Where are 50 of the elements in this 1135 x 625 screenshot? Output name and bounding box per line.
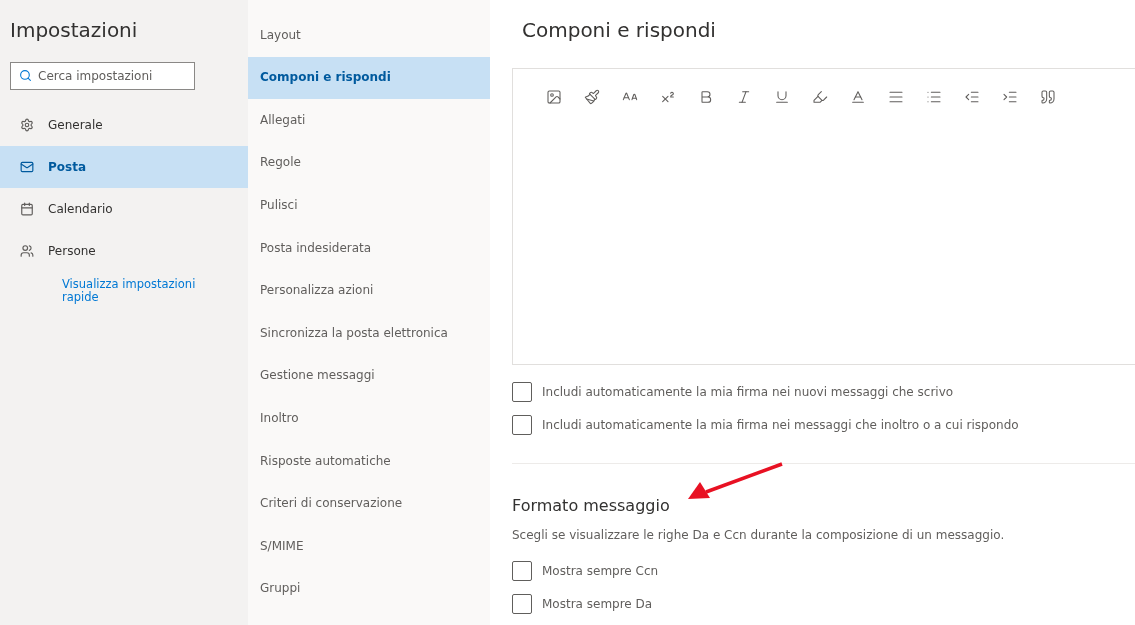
underline-icon[interactable] xyxy=(774,89,790,105)
checkbox-label: Includi automaticamente la mia firma nei nuovi messaggi che scrivo xyxy=(542,384,954,399)
quote-icon[interactable] xyxy=(1040,89,1056,105)
font-color-icon[interactable] xyxy=(850,89,866,105)
submenu-item[interactable]: Personalizza azioni xyxy=(248,269,490,313)
submenu-item[interactable]: Regole xyxy=(248,141,490,185)
nav-item[interactable]: Calendario xyxy=(0,188,248,230)
submenu-item[interactable]: Allegati xyxy=(248,99,490,142)
image-icon[interactable] xyxy=(546,89,562,105)
checkbox[interactable] xyxy=(512,560,532,581)
page-title: Componi e rispondi xyxy=(521,18,717,42)
nav-item[interactable]: Posta xyxy=(0,146,248,188)
checkbox-label: Mostra sempre Ccn xyxy=(542,563,659,578)
submenu-item[interactable]: Criteri di conservazione xyxy=(248,482,490,526)
submenu-item[interactable]: Componi e rispondi xyxy=(248,56,490,100)
submenu-item[interactable]: Inoltro xyxy=(248,397,490,440)
section-heading: Formato messaggio xyxy=(512,496,671,515)
search-field[interactable]: Cerca impostazioni xyxy=(10,62,195,90)
nav-item[interactable]: Generale xyxy=(0,104,248,146)
people-icon xyxy=(20,244,34,258)
outdent-icon[interactable] xyxy=(964,89,980,105)
checkbox-label: Includi automaticamente la mia firma nei messaggi che inoltro o a cui rispondo xyxy=(542,417,1019,432)
checkbox[interactable] xyxy=(512,593,532,614)
format-painter-icon[interactable] xyxy=(584,89,600,105)
checkbox-label: Mostra sempre Da xyxy=(542,596,653,611)
submenu-item[interactable]: S/MIME xyxy=(248,525,490,568)
list-icon[interactable] xyxy=(926,89,942,105)
checkbox[interactable] xyxy=(512,381,532,402)
submenu-item[interactable]: Gestione messaggi xyxy=(248,354,490,398)
submenu-item[interactable]: Layout xyxy=(248,14,490,57)
submenu-item[interactable]: Pulisci xyxy=(248,184,490,227)
gear-icon xyxy=(20,118,34,132)
envelope-icon xyxy=(20,160,34,174)
italic-icon[interactable] xyxy=(736,89,752,105)
calendar-icon xyxy=(20,202,34,216)
submenu-item[interactable]: Sincronizza la posta elettronica xyxy=(248,312,490,355)
highlight-icon[interactable] xyxy=(812,89,828,105)
settings-title: Impostazioni xyxy=(9,18,139,42)
quick-settings-link[interactable]: Visualizza impostazioni rapide xyxy=(0,278,212,304)
bold-icon[interactable] xyxy=(698,89,714,105)
submenu-item[interactable]: Posta indesiderata xyxy=(248,226,490,270)
submenu-item[interactable]: Risposte automatiche xyxy=(248,439,490,483)
superscript-icon[interactable] xyxy=(660,89,676,105)
nav-item[interactable]: Persone xyxy=(0,230,248,272)
search-icon xyxy=(19,69,32,82)
checkbox[interactable] xyxy=(512,414,532,435)
indent-icon[interactable] xyxy=(1002,89,1018,105)
submenu-item[interactable]: Gruppi xyxy=(248,567,490,611)
section-description: Scegli se visualizzare le righe Da e Ccn durante la composizione di un messaggio. xyxy=(512,528,1006,542)
align-icon[interactable] xyxy=(888,89,904,105)
